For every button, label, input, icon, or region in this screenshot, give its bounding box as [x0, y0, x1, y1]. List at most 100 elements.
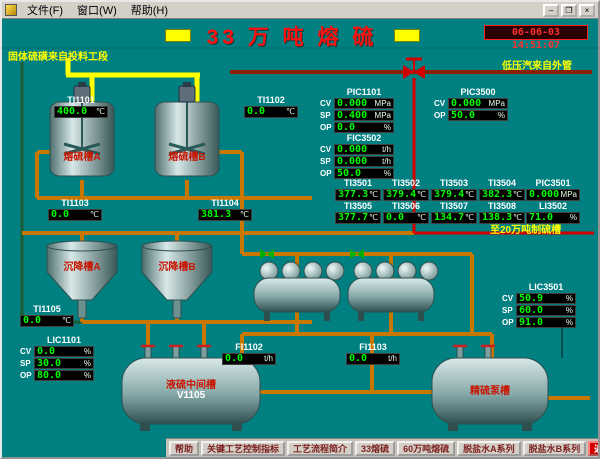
instrument-value: 0.0 [386, 213, 404, 223]
instrument-value: 0.0 [349, 354, 367, 364]
instrument-value-box: 400.0 ℃ [54, 106, 108, 118]
instrument-unit: t/h [388, 355, 397, 363]
restore-button[interactable]: ❐ [561, 4, 577, 17]
instrument-fi1102: FI1102 0.0 t/h [222, 343, 276, 365]
row-unit: % [566, 319, 573, 327]
window-controls: – ❐ × [543, 4, 595, 17]
instrument-ti3505: TI3505 377.7 ℃ [335, 202, 381, 224]
instrument-value-box: 379.4 ℃ [383, 189, 429, 201]
controller-lic3501[interactable]: LIC3501 CV 50.9% SP 60.0% OP 91.0% [502, 283, 576, 328]
instrument-unit: ℃ [513, 191, 522, 199]
instrument-value-box: 377.7 ℃ [335, 212, 381, 224]
instrument-pic3501[interactable]: PIC3501 0.000 MPa [526, 179, 580, 201]
instrument-tag: TI1102 [244, 96, 298, 105]
instrument-ti3501: TI3501 377.3 ℃ [335, 179, 381, 201]
instrument-tag: FI1102 [222, 343, 276, 352]
title-decoration-left [165, 29, 191, 42]
instrument-value: 377.3 [338, 190, 368, 200]
instrument-unit: ℃ [465, 191, 474, 199]
controller-pic3500[interactable]: PIC3500 CV 0.000MPa OP 50.0% [434, 88, 508, 121]
instrument-tag: TI3503 [431, 179, 477, 188]
instrument-tag: TI3508 [479, 202, 525, 211]
row-unit: MPa [375, 112, 391, 120]
label-melter-a: 熔硫槽A [50, 148, 114, 163]
menu-bar: 文件(F) 窗口(W) 帮助(H) – ❐ × [2, 2, 598, 19]
controller-tag: LIC1101 [20, 336, 94, 345]
controller-row: OP 50.0% [434, 110, 508, 121]
process-flow-intro-button[interactable]: 工艺流程简介 [287, 441, 353, 456]
desalted-water-a-button[interactable]: 脱盐水A系列 [457, 441, 521, 456]
instrument-unit: % [570, 214, 577, 222]
instrument-unit: ℃ [465, 214, 474, 222]
row-value: 0.0 [37, 347, 55, 357]
instrument-value-box: 0.000 MPa [526, 189, 580, 201]
row-unit: % [84, 372, 91, 380]
instrument-value-box: 0.0 ℃ [244, 106, 298, 118]
row-unit: t/h [382, 158, 391, 166]
controller-pic1101[interactable]: PIC1101 CV 0.000MPa SP 0.400MPa OP 0.0% [320, 88, 394, 133]
row-channel: SP [20, 359, 34, 368]
label-settler-b: 沉降槽B [142, 258, 212, 273]
instrument-tag: TI1105 [20, 305, 74, 314]
instrument-unit: ℃ [62, 317, 71, 325]
controller-lic1101[interactable]: LIC1101 CV 0.0% SP 30.0% OP 80.0% [20, 336, 94, 381]
row-value: 0.000 [451, 99, 481, 109]
row-unit: t/h [382, 146, 391, 154]
controller-tag: LIC3501 [502, 283, 576, 292]
row-channel: CV [434, 99, 448, 108]
menu-help[interactable]: 帮助(H) [125, 2, 174, 18]
instrument-tag: FI1103 [346, 343, 400, 352]
help-button[interactable]: 帮助 [169, 441, 199, 456]
menu-window[interactable]: 窗口(W) [71, 2, 123, 18]
controller-fic3502[interactable]: FIC3502 CV 0.000t/h SP 0.000t/h OP 50.0% [320, 134, 394, 179]
close-button[interactable]: × [579, 4, 595, 17]
instrument-tag: TI3502 [383, 179, 429, 188]
row-channel: SP [320, 157, 334, 166]
app-icon [5, 4, 17, 16]
minimize-button[interactable]: – [543, 4, 559, 17]
row-channel: CV [320, 99, 334, 108]
row-value: 80.0 [37, 371, 61, 381]
row-channel: CV [20, 347, 34, 356]
instrument-unit: t/h [264, 355, 273, 363]
instrument-value: 71.0 [529, 213, 553, 223]
row-unit: MPa [375, 100, 391, 108]
instrument-value-box: 381.3 ℃ [198, 209, 252, 221]
melting-33-button[interactable]: 33熔硫 [355, 441, 395, 456]
instrument-ti1103: TI1103 0.0 ℃ [48, 199, 102, 221]
instrument-tag: TI1101 [54, 96, 108, 105]
instrument-tag: TI3506 [383, 202, 429, 211]
instrument-value-box: 377.3 ℃ [335, 189, 381, 201]
row-value: 0.000 [337, 99, 367, 109]
return-button[interactable]: 返回 [588, 441, 600, 456]
row-unit: % [384, 124, 391, 132]
instrument-value: 0.0 [51, 210, 69, 220]
melting-600k-button[interactable]: 60万吨熔硫 [397, 441, 455, 456]
note-lp-steam: 低压汽来自外管 [502, 57, 572, 72]
controller-row: CV 0.000 MPa [320, 98, 394, 109]
instrument-unit: MPa [561, 191, 577, 199]
instrument-ti3503: TI3503 379.4 ℃ [431, 179, 477, 201]
instrument-unit: ℃ [417, 214, 426, 222]
row-value: 60.0 [519, 306, 543, 316]
controller-row: SP 0.400MPa [320, 110, 394, 121]
row-unit: % [566, 307, 573, 315]
controller-row: CV 0.000MPa [434, 98, 508, 109]
instrument-ti3508: TI3508 138.3 ℃ [479, 202, 525, 224]
instrument-ti1102: TI1102 0.0 ℃ [244, 96, 298, 118]
instrument-value-box: 0.0 ℃ [48, 209, 102, 221]
instrument-unit: ℃ [240, 211, 249, 219]
menu-file[interactable]: 文件(F) [21, 2, 69, 18]
instrument-ti3506: TI3506 0.0 ℃ [383, 202, 429, 224]
label-melter-b: 熔硫槽B [155, 148, 219, 163]
instrument-value: 134.7 [434, 213, 464, 223]
instrument-value-box: 0.0 t/h [346, 353, 400, 365]
instrument-ti3504: TI3504 382.3 ℃ [479, 179, 525, 201]
row-unit: % [384, 170, 391, 178]
row-value: 91.0 [519, 318, 543, 328]
key-process-indicators-button[interactable]: 关键工艺控制指标 [201, 441, 285, 456]
instrument-unit: ℃ [96, 108, 105, 116]
controller-row: CV 0.0% [20, 346, 94, 357]
desalted-water-b-button[interactable]: 脱盐水B系列 [523, 441, 587, 456]
controller-row: OP 0.0% [320, 122, 394, 133]
